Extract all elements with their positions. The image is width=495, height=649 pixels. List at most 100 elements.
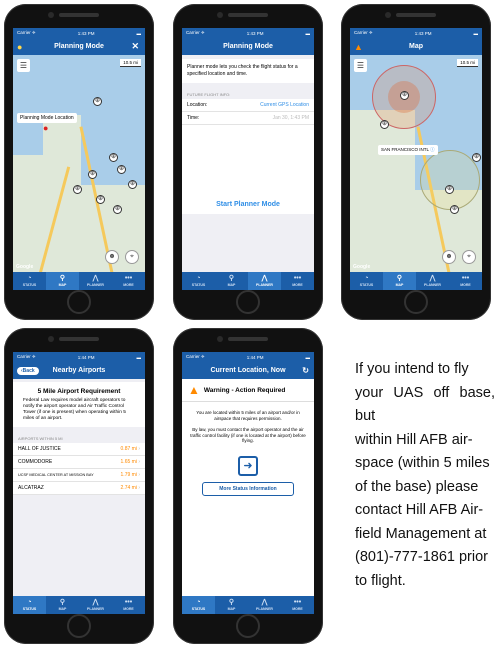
time-row[interactable]: Time: Jan 30, 1:43 PM xyxy=(182,112,314,125)
locate-icon[interactable]: ⌖ xyxy=(462,250,476,264)
person-icon[interactable]: ☻ xyxy=(105,250,119,264)
tab-planner[interactable]: ⋀ PLANNER xyxy=(248,272,281,290)
battery-icon: ▬ xyxy=(136,30,141,36)
airport-row[interactable]: COMMODORE 1.65 mi › xyxy=(13,456,145,469)
refresh-icon[interactable]: ↻ xyxy=(302,366,309,375)
instruction-line: your UAS off base, but xyxy=(355,384,495,425)
airport-marker[interactable]: ⊕ xyxy=(93,97,102,106)
phone-planning-mode: Carrier ✈ 1:43 PM ▬ Planning Mode Planner … xyxy=(173,4,323,320)
clock: 1:43 PM xyxy=(77,30,95,36)
person-icon[interactable]: ☻ xyxy=(442,250,456,264)
instruction-line: within Hill AFB air- xyxy=(355,431,473,448)
tab-status[interactable]: ◔ STATUS xyxy=(182,272,215,290)
page-title: Planning Mode xyxy=(223,43,273,50)
distance-value: 1.65 mi xyxy=(120,459,137,465)
tab-label: MORE xyxy=(123,607,134,611)
instruction-line: of the base) please xyxy=(355,478,479,495)
time-value[interactable]: Jan 30, 1:43 PM xyxy=(273,115,309,121)
status-bar: Carrier ✈ 1:43 PM ▬ xyxy=(13,28,145,38)
tab-label: STATUS xyxy=(22,283,37,287)
tab-planner[interactable]: ⋀ PLANNER xyxy=(79,272,112,290)
requirement-panel: 5 Mile Airport Requirement Federal Law r… xyxy=(13,382,145,427)
airport-marker[interactable]: ⊕ xyxy=(128,180,137,189)
location-value[interactable]: Current GPS Location xyxy=(260,102,309,108)
tab-label: MAP xyxy=(227,283,236,287)
page-title: Current Location, Now xyxy=(210,367,286,374)
airport-marker[interactable]: ⊕ xyxy=(109,153,118,162)
tab-status[interactable]: ◔ STATUS xyxy=(350,272,383,290)
menu-icon[interactable]: ☰ xyxy=(354,59,367,72)
tab-map[interactable]: ⚲ MAP xyxy=(46,596,79,614)
tab-status[interactable]: ◔ STATUS xyxy=(182,596,215,614)
close-icon[interactable]: ✕ xyxy=(131,41,139,52)
airport-marker[interactable]: ⊕ xyxy=(380,120,389,129)
tab-planner[interactable]: ⋀ PLANNER xyxy=(416,272,449,290)
warning-icon[interactable]: ▲ xyxy=(354,42,363,52)
tab-bar: ◔ STATUS ⚲ MAP ⋀ PLANNER ••• MORE xyxy=(350,272,482,290)
home-button xyxy=(236,614,260,638)
airport-marker[interactable]: ⊕ xyxy=(400,91,409,100)
location-pin-icon[interactable]: ● xyxy=(43,123,48,133)
back-button[interactable]: ‹Back xyxy=(17,366,39,375)
tab-label: PLANNER xyxy=(256,607,273,611)
tab-label: MAP xyxy=(227,607,236,611)
airport-marker[interactable]: ⊕ xyxy=(73,185,82,194)
map-pin-icon: ⚲ xyxy=(228,599,235,606)
page-title: Planning Mode xyxy=(54,43,104,50)
airport-row[interactable]: HALL OF JUSTICE 0.87 mi › xyxy=(13,443,145,456)
airport-marker[interactable]: ⊕ xyxy=(88,170,97,179)
airport-row[interactable]: UCSF MEDICAL CENTER AT MISSION BAY 1.79 m… xyxy=(13,469,145,482)
location-callout[interactable]: Planning Mode Location xyxy=(17,113,77,123)
tab-planner[interactable]: ⋀ PLANNER xyxy=(248,596,281,614)
more-icon: ••• xyxy=(124,275,133,282)
tab-label: STATUS xyxy=(191,607,206,611)
locate-icon[interactable]: ⌖ xyxy=(125,250,139,264)
airport-marker[interactable]: ⊕ xyxy=(445,185,454,194)
nav-bar: Planning Mode xyxy=(182,38,314,55)
tab-bar: ◔ STATUS ⚲ MAP ⋀ PLANNER ••• MORE xyxy=(182,596,314,614)
menu-icon[interactable]: ☰ xyxy=(17,59,30,72)
map-view[interactable]: ☰ 10.5 mi ⊕ ⊕ ⊕ ⊕ ⊕ SAN FRANCISCO INTL ⓘ… xyxy=(350,55,482,272)
tab-map[interactable]: ⚲ MAP xyxy=(215,272,248,290)
tab-more[interactable]: ••• MORE xyxy=(112,272,145,290)
page-title: Map xyxy=(409,43,423,50)
tab-status[interactable]: ◔ STATUS xyxy=(13,272,46,290)
tab-planner[interactable]: ⋀ PLANNER xyxy=(79,596,112,614)
instruction-line: contact Hill AFB Air- xyxy=(355,502,484,518)
tab-map[interactable]: ⚲ MAP xyxy=(383,272,416,290)
map-view[interactable]: ☰ 10.5 mi Planning Mode Location ● ⊕ ⊕ ⊕… xyxy=(13,55,145,272)
battery-icon: ▬ xyxy=(136,354,141,360)
tab-label: MORE xyxy=(292,607,303,611)
nav-bar: ▲ Map xyxy=(350,38,482,55)
status-icon: ◔ xyxy=(27,275,32,282)
airport-marker[interactable]: ⊕ xyxy=(113,205,122,214)
more-status-button[interactable]: More Status Information xyxy=(202,481,294,496)
tab-more[interactable]: ••• MORE xyxy=(281,596,314,614)
home-button xyxy=(67,614,91,638)
start-planner-button[interactable]: Start Planner Mode xyxy=(182,195,314,214)
instruction-line: If you intend to fly xyxy=(355,361,469,377)
info-icon[interactable]: ⓘ xyxy=(430,147,435,152)
tab-status[interactable]: ◔ STATUS xyxy=(13,596,46,614)
airport-marker[interactable]: ⊕ xyxy=(472,153,481,162)
instruction-line: space (within 5 miles xyxy=(355,455,490,471)
tab-label: STATUS xyxy=(191,283,206,287)
tab-map[interactable]: ⚲ MAP xyxy=(46,272,79,290)
airport-callout[interactable]: SAN FRANCISCO INTL ⓘ xyxy=(378,145,438,155)
airport-distance: 0.87 mi › xyxy=(121,446,140,452)
tab-more[interactable]: ••• MORE xyxy=(449,272,482,290)
tab-more[interactable]: ••• MORE xyxy=(112,596,145,614)
airport-marker[interactable]: ⊕ xyxy=(450,205,459,214)
airport-row[interactable]: ALCATRAZ 2.74 mi › xyxy=(13,482,145,495)
nav-bar: ‹Back Nearby Airports xyxy=(13,362,145,379)
status-check-icon[interactable]: ● xyxy=(17,42,22,52)
airport-marker[interactable]: ⊕ xyxy=(117,165,126,174)
tab-map[interactable]: ⚲ MAP xyxy=(215,596,248,614)
more-icon: ••• xyxy=(461,275,470,282)
arrow-right-icon[interactable]: ➜ xyxy=(238,455,258,476)
location-row[interactable]: Location: Current GPS Location xyxy=(182,99,314,112)
tab-more[interactable]: ••• MORE xyxy=(281,272,314,290)
carrier-text: Carrier ✈ xyxy=(186,354,205,359)
tab-bar: ◔ STATUS ⚲ MAP ⋀ PLANNER ••• MORE xyxy=(182,272,314,290)
airport-marker[interactable]: ⊕ xyxy=(96,195,105,204)
